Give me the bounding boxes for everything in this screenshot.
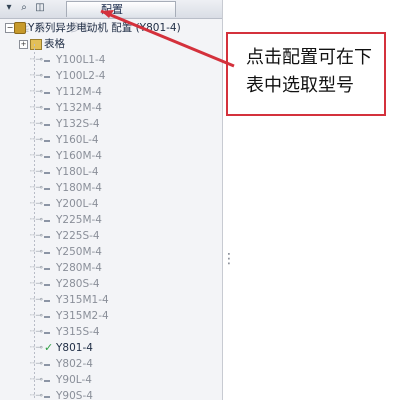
tree-item-label: Y315M2-4 — [56, 310, 109, 322]
tree-item-label: Y132S-4 — [56, 118, 100, 130]
tree-guide-line — [34, 44, 35, 400]
link-icon — [44, 284, 50, 286]
table-icon — [30, 39, 42, 50]
tree-root[interactable]: − Y系列异步电动机 配置 (Y801-4) — [0, 20, 222, 36]
link-icon — [44, 332, 50, 334]
tree-item-label: Y280S-4 — [56, 278, 100, 290]
link-icon — [44, 124, 50, 126]
tree-item-label: Y225S-4 — [56, 230, 100, 242]
tree-item-label: Y180M-4 — [56, 182, 102, 194]
tree-item-label: Y112M-4 — [56, 86, 102, 98]
configuration-tab-label: 配置 — [101, 3, 123, 16]
tree-item-label: Y160M-4 — [56, 150, 102, 162]
link-icon — [44, 220, 50, 222]
tree-item-label: Y90L-4 — [56, 374, 92, 386]
tree-item-label: Y280M-4 — [56, 262, 102, 274]
link-icon — [44, 396, 50, 398]
tree-item-label: Y180L-4 — [56, 166, 99, 178]
link-icon — [44, 268, 50, 270]
link-icon — [44, 60, 50, 62]
tree-item-label: Y100L1-4 — [56, 54, 106, 66]
link-icon — [44, 172, 50, 174]
link-icon — [44, 188, 50, 190]
link-icon — [44, 236, 50, 238]
link-icon — [44, 204, 50, 206]
assembly-icon — [14, 22, 26, 34]
expand-icon[interactable]: + — [19, 40, 28, 49]
link-icon — [44, 156, 50, 158]
callout-text: 点击配置可在下表中选取型号 — [246, 47, 372, 96]
instruction-callout: 点击配置可在下表中选取型号 — [226, 32, 386, 116]
filter-icon[interactable]: ⌕ — [18, 2, 30, 14]
tree-item-label: Y315M1-4 — [56, 294, 109, 306]
link-icon — [44, 140, 50, 142]
tree-item-label: Y100L2-4 — [56, 70, 106, 82]
link-icon — [44, 316, 50, 318]
tree-item-label: Y801-4 — [56, 342, 93, 354]
configuration-panel: ▾ ⌕ ◫ 配置 选 用 ... 参数 − Y系列异步电动机 配置 (Y801-… — [0, 0, 223, 402]
link-icon — [44, 76, 50, 78]
link-icon — [44, 252, 50, 254]
tree-item-label: Y250M-4 — [56, 246, 102, 258]
config-mini-icon[interactable]: ◫ — [34, 2, 46, 14]
tree-item-label: Y225M-4 — [56, 214, 102, 226]
tree-item-label: Y315S-4 — [56, 326, 100, 338]
tree-item-label: Y802-4 — [56, 358, 93, 370]
link-icon — [44, 380, 50, 382]
tree-item-label: Y132M-4 — [56, 102, 102, 114]
tree-group-label: 表格 — [44, 38, 65, 50]
tree-item-label: Y90S-4 — [56, 390, 93, 402]
link-icon — [44, 92, 50, 94]
check-icon: ✓ — [44, 341, 54, 354]
splitter-icon[interactable]: ⋮ — [222, 252, 236, 274]
tree-item-label: Y160L-4 — [56, 134, 99, 146]
tree-root-label: Y系列异步电动机 配置 (Y801-4) — [28, 22, 181, 34]
down-arrow-icon[interactable]: ▾ — [3, 2, 15, 14]
link-icon — [44, 108, 50, 110]
link-icon — [44, 364, 50, 366]
link-icon — [44, 300, 50, 302]
tree-item-label: Y200L-4 — [56, 198, 99, 210]
panel-tab-bar: ▾ ⌕ ◫ 配置 — [0, 0, 222, 19]
configuration-tab[interactable]: 配置 — [66, 1, 176, 17]
